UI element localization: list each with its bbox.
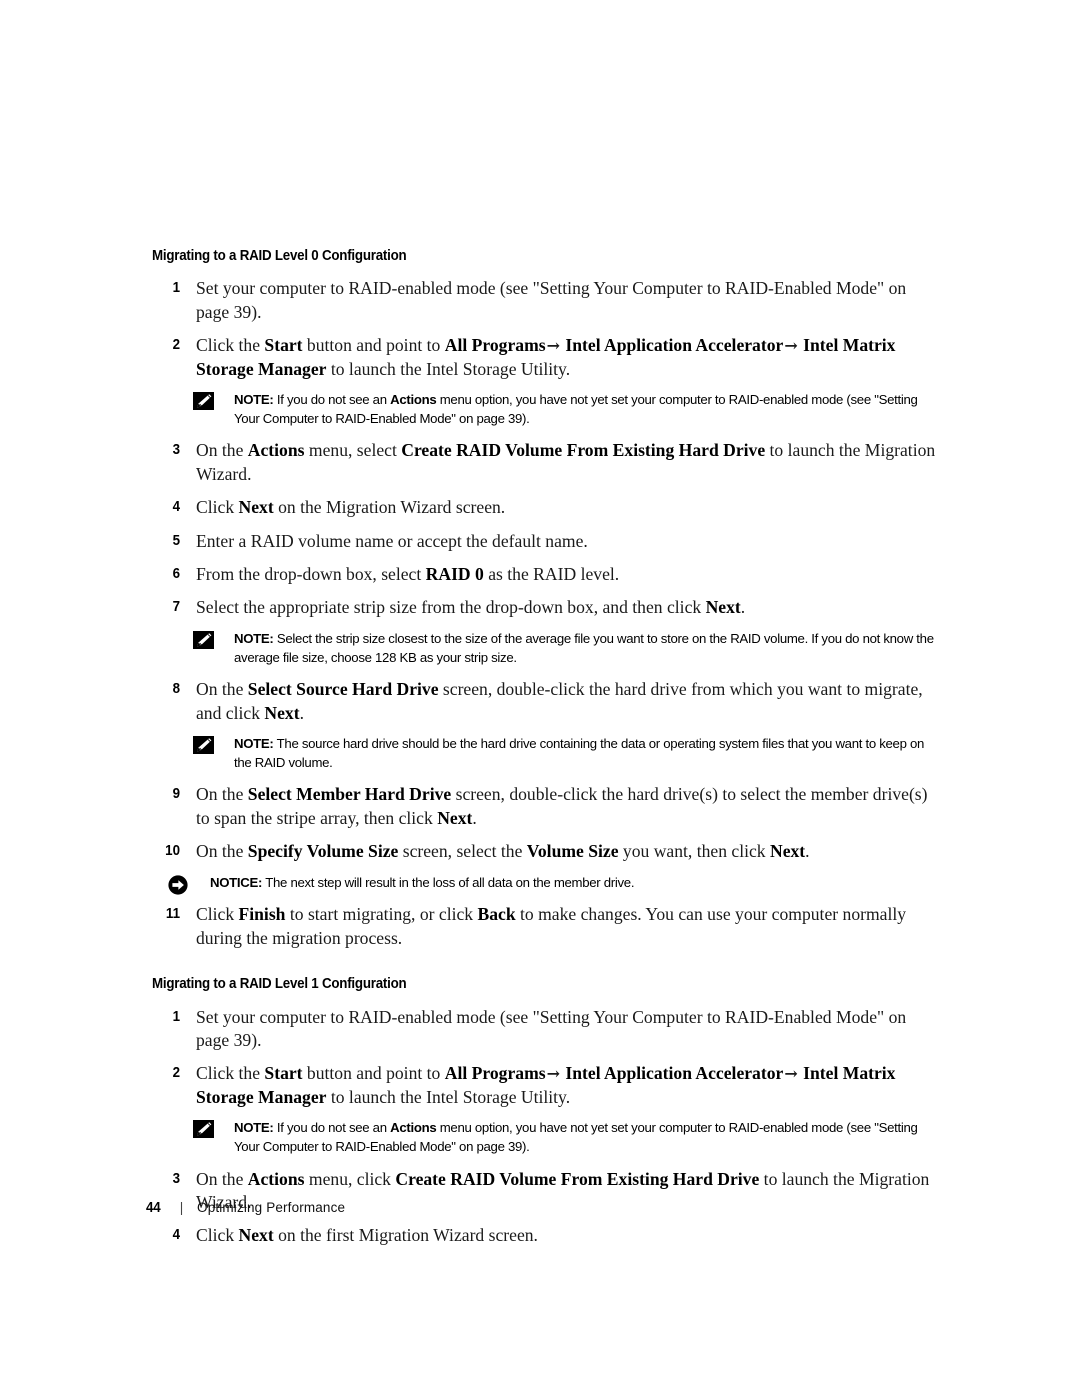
step-number: 3: [172, 1170, 180, 1187]
callout-body: The source hard drive should be the hard…: [234, 736, 925, 770]
footer-chapter-title: Optimizing Performance: [197, 1200, 346, 1215]
step-number: 10: [165, 843, 180, 860]
note-label: NOTE:: [234, 630, 274, 646]
step-number: 2: [172, 1065, 180, 1082]
note-text: NOTE: If you do not see an Actions menu …: [234, 1119, 942, 1156]
step-number: 6: [172, 565, 180, 582]
step-number: 7: [172, 599, 180, 616]
callout-body: If you do not see an Actions menu option…: [234, 391, 918, 426]
numbered-step: 1 Set your computer to RAID-enabled mode …: [152, 277, 942, 324]
step-number: 1: [172, 280, 180, 297]
step-number: 5: [172, 532, 180, 549]
numbered-step: 10 On the Specify Volume Size screen, sel…: [152, 840, 942, 863]
notice-icon-wrap: [168, 875, 188, 895]
step-text: Enter a RAID volume name or accept the d…: [196, 530, 588, 551]
footer-separator: |: [179, 1200, 184, 1215]
callout-body: The next step will result in the loss of…: [262, 874, 635, 890]
note-text: NOTE: Select the strip size closest to t…: [234, 630, 942, 667]
document-page: Migrating to a RAID Level 0 Configuratio…: [0, 0, 1080, 1397]
step-number: 9: [172, 786, 180, 803]
numbered-step: 9 On the Select Member Hard Drive screen,…: [152, 783, 942, 830]
note-icon-wrap: [193, 736, 214, 755]
step-number: 4: [172, 1227, 180, 1244]
numbered-step: 6 From the drop-down box, select RAID 0 a…: [152, 563, 942, 586]
step-number: 11: [165, 906, 180, 923]
step-number: 2: [172, 337, 180, 354]
notice-label: NOTICE:: [210, 874, 263, 890]
notice-text: NOTICE: The next step will result in the…: [210, 874, 942, 893]
numbered-step: 4 Click Next on the Migration Wizard scre…: [152, 496, 942, 519]
step-number: 4: [172, 499, 180, 516]
step-text: Click Next on the Migration Wizard scree…: [196, 497, 506, 518]
note-label: NOTE:: [234, 1120, 274, 1136]
note-callout: NOTE: The source hard drive should be th…: [152, 735, 942, 772]
note-label: NOTE:: [234, 736, 274, 752]
section-heading: Migrating to a RAID Level 0 Configuratio…: [152, 248, 407, 264]
step-text: Click Finish to start migrating, or clic…: [196, 904, 907, 948]
step-text: Click the Start button and point to All …: [196, 335, 896, 379]
step-text: On the Select Member Hard Drive screen, …: [196, 784, 928, 828]
note-callout: NOTE: If you do not see an Actions menu …: [152, 391, 942, 428]
pencil-icon: [193, 391, 214, 410]
step-number: 3: [172, 442, 180, 459]
step-text: On the Specify Volume Size screen, selec…: [196, 841, 810, 862]
step-text: Set your computer to RAID-enabled mode (…: [196, 1006, 907, 1050]
numbered-step: 1 Set your computer to RAID-enabled mode …: [152, 1006, 942, 1053]
numbered-step: 2 Click the Start button and point to All…: [152, 334, 942, 381]
notice-callout: NOTICE: The next step will result in the…: [152, 874, 942, 895]
note-icon-wrap: [193, 630, 214, 649]
note-text: NOTE: The source hard drive should be th…: [234, 735, 942, 772]
callout-body: Select the strip size closest to the siz…: [234, 630, 934, 665]
step-number: 8: [172, 681, 180, 698]
note-callout: NOTE: Select the strip size closest to t…: [152, 630, 942, 667]
step-text: Click Next on the first Migration Wizard…: [196, 1225, 538, 1246]
numbered-step: 4 Click Next on the first Migration Wizar…: [152, 1224, 942, 1247]
note-icon-wrap: [193, 1120, 214, 1139]
note-label: NOTE:: [234, 391, 274, 407]
footer-page-number: 44: [146, 1200, 161, 1216]
step-text: Click the Start button and point to All …: [196, 1063, 896, 1107]
page-content: Migrating to a RAID Level 0 Configuratio…: [152, 248, 942, 1258]
numbered-step: 8 On the Select Source Hard Drive screen,…: [152, 678, 942, 725]
pencil-icon: [193, 736, 214, 755]
numbered-step: 7 Select the appropriate strip size from …: [152, 596, 942, 619]
numbered-step: 3 On the Actions menu, select Create RAID…: [152, 439, 942, 486]
note-icon-wrap: [193, 391, 214, 410]
arrow-circle-icon: [168, 875, 188, 895]
page-footer: 44 | Optimizing Performance: [146, 1200, 345, 1216]
numbered-step: 11 Click Finish to start migrating, or cl…: [152, 903, 942, 950]
step-text: Set your computer to RAID-enabled mode (…: [196, 278, 907, 322]
numbered-step: 2 Click the Start button and point to All…: [152, 1062, 942, 1109]
step-number: 1: [172, 1008, 180, 1025]
callout-body: If you do not see an Actions menu option…: [234, 1120, 918, 1154]
pencil-icon: [193, 1120, 214, 1139]
note-callout: NOTE: If you do not see an Actions menu …: [152, 1119, 942, 1156]
step-text: On the Actions menu, select Create RAID …: [196, 440, 936, 484]
numbered-step: 5 Enter a RAID volume name or accept the …: [152, 530, 942, 553]
pencil-icon: [193, 630, 214, 649]
section-heading: Migrating to a RAID Level 1 Configuratio…: [152, 976, 407, 993]
step-text: On the Select Source Hard Drive screen, …: [196, 679, 923, 723]
note-text: NOTE: If you do not see an Actions menu …: [234, 391, 942, 428]
step-text: Select the appropriate strip size from t…: [196, 597, 746, 618]
step-text: From the drop-down box, select RAID 0 as…: [196, 563, 620, 584]
